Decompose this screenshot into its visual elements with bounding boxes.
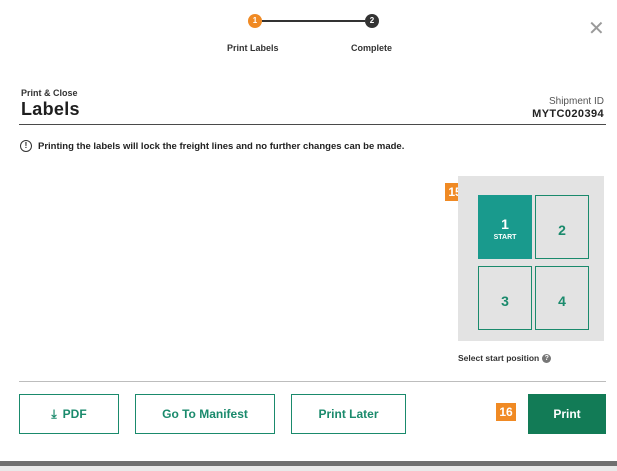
label-position-number: 3: [501, 293, 509, 309]
header-divider: [19, 124, 606, 125]
start-marker: START: [493, 234, 517, 241]
step-2-label: Complete: [351, 43, 393, 53]
label-position-4[interactable]: 4: [535, 266, 589, 330]
start-position-caption: Select start position ?: [458, 353, 552, 363]
footer-divider: [19, 381, 606, 382]
label-position-2[interactable]: 2: [535, 195, 589, 259]
label-position-number: 2: [558, 222, 566, 238]
close-icon[interactable]: ✕: [588, 18, 605, 38]
label-position-number: 4: [558, 293, 566, 309]
pdf-button[interactable]: ⤓ PDF: [19, 394, 119, 434]
pdf-button-label: PDF: [62, 407, 87, 421]
page-title: Labels: [21, 99, 80, 119]
label-position-1[interactable]: 1 START: [478, 195, 532, 259]
progress-stepper: 1 2 Print Labels Complete: [0, 14, 617, 58]
step-connector: [262, 20, 365, 22]
annotation-badge-16: 16: [496, 403, 516, 421]
label-position-number: 1: [501, 216, 509, 232]
label-position-3[interactable]: 3: [478, 266, 532, 330]
print-button[interactable]: Print: [528, 394, 606, 434]
shipment-id-label: Shipment ID: [548, 96, 604, 107]
print-labels-modal: 1 2 Print Labels Complete ✕ Print & Clos…: [0, 0, 617, 466]
start-position-text: Select start position: [458, 353, 540, 363]
warning-text: Printing the labels will lock the freigh…: [38, 140, 405, 152]
download-icon: ⤓: [51, 407, 57, 421]
step-1-label: Print Labels: [227, 43, 279, 53]
step-2-indicator: 2: [365, 14, 379, 28]
go-to-manifest-button[interactable]: Go To Manifest: [135, 394, 275, 434]
page-subtitle: Print & Close: [21, 88, 78, 98]
lock-warning: ! Printing the labels will lock the frei…: [20, 140, 404, 152]
step-1-indicator: 1: [248, 14, 262, 28]
print-later-button[interactable]: Print Later: [291, 394, 406, 434]
shipment-id-value: MYTC020394: [532, 108, 604, 120]
label-position-grid: 1 START 2 3 4: [458, 176, 604, 341]
exclamation-circle-icon: !: [20, 140, 32, 152]
question-circle-icon[interactable]: ?: [542, 353, 552, 363]
